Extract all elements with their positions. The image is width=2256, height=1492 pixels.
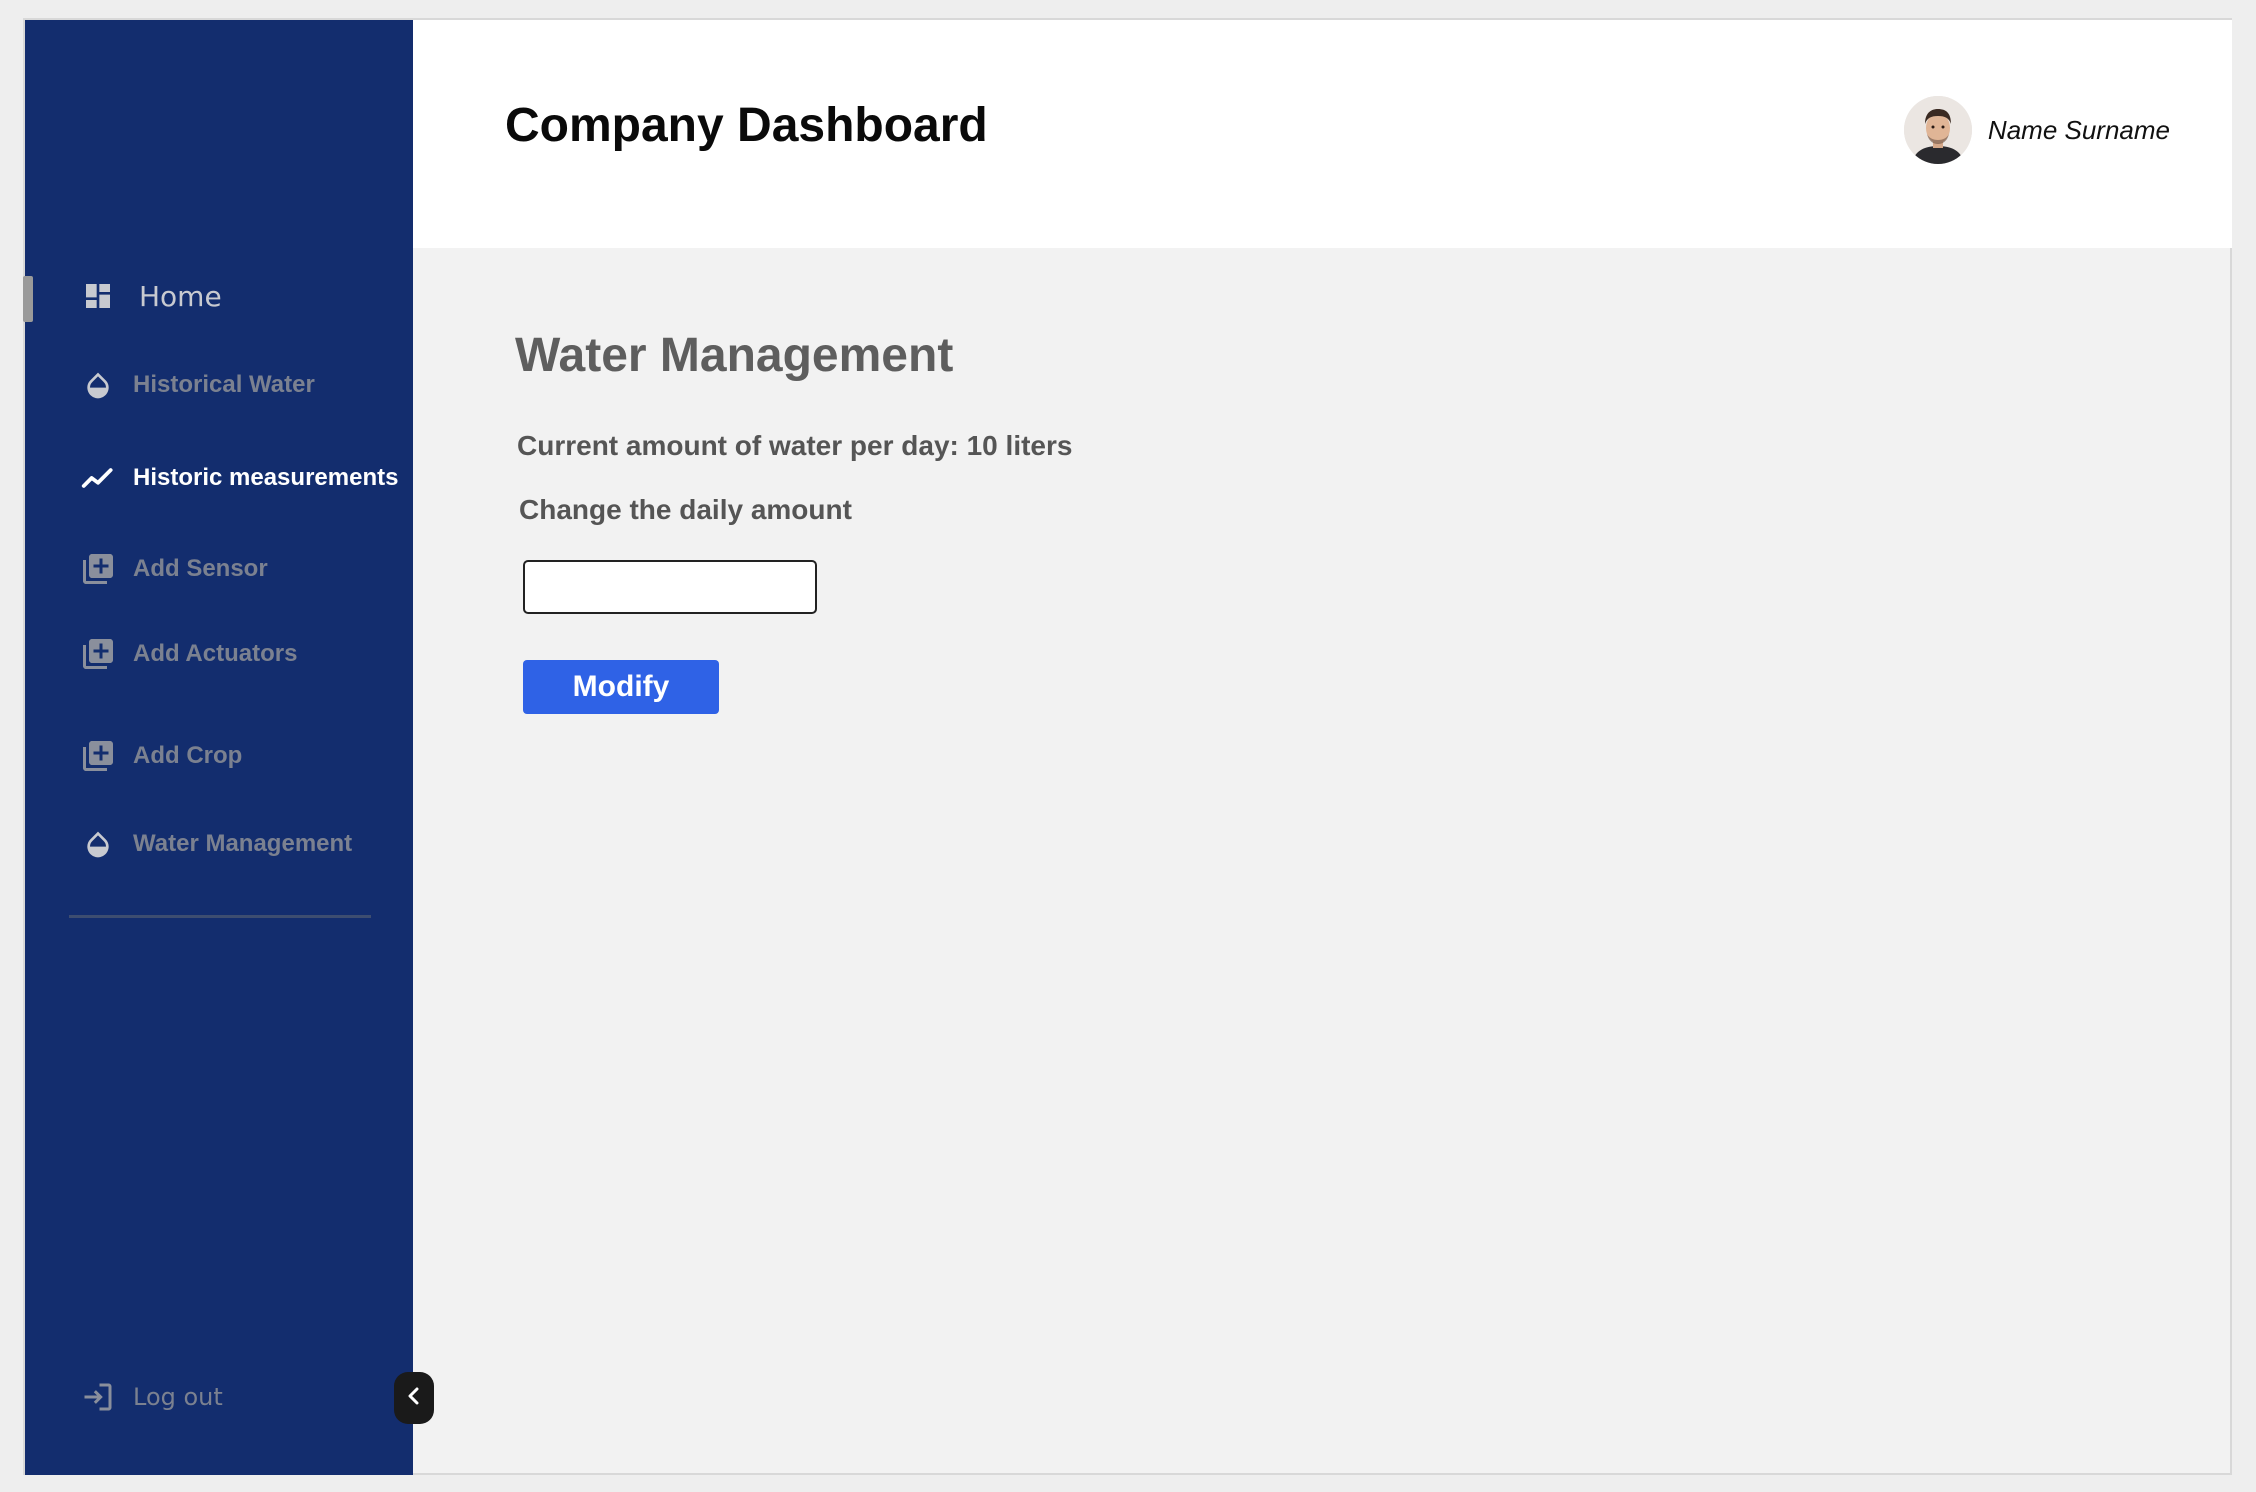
sidebar-item-label: Home	[139, 279, 222, 313]
sidebar-item-label: Add Actuators	[133, 640, 298, 667]
sidebar-item-home[interactable]: Home	[79, 271, 222, 321]
sidebar-item-label: Add Crop	[133, 742, 243, 769]
sidebar-item-label: Historic measurements	[133, 464, 399, 491]
avatar	[1903, 96, 1972, 164]
sidebar-active-marker	[23, 276, 33, 322]
user-name: Name Surname	[1987, 114, 2170, 145]
logout-label: Log out	[133, 1383, 223, 1411]
modify-button[interactable]: Modify	[523, 660, 719, 714]
water-drop-icon	[79, 825, 117, 863]
dashboard-icon	[79, 277, 117, 315]
sidebar-item-label: Add Sensor	[133, 555, 268, 582]
sidebar: Home Historical Water Historic measureme…	[23, 20, 434, 1475]
sidebar-item-historic-measurements[interactable]: Historic measurements	[79, 453, 398, 503]
daily-amount-input[interactable]	[523, 560, 817, 614]
main-content: Water Management Current amount of water…	[413, 248, 2232, 1475]
sidebar-item-add-crop[interactable]: Add Crop	[79, 731, 242, 781]
sidebar-divider	[69, 915, 371, 918]
sidebar-item-label: Historical Water	[133, 371, 315, 398]
section-title: Water Management	[515, 329, 954, 382]
sidebar-item-label: Water Management	[133, 830, 353, 857]
change-amount-label: Change the daily amount	[519, 494, 852, 525]
app-window: Home Historical Water Historic measureme…	[23, 18, 2232, 1475]
library-add-icon	[79, 635, 117, 673]
library-add-icon	[79, 550, 117, 588]
line-chart-icon	[79, 459, 117, 497]
sidebar-item-add-actuators[interactable]: Add Actuators	[79, 629, 297, 679]
library-add-icon	[79, 737, 117, 775]
page-title: Company Dashboard	[505, 99, 988, 152]
top-header: Company Dashboard Name Surname	[413, 20, 2232, 248]
sidebar-item-add-sensor[interactable]: Add Sensor	[79, 544, 268, 594]
user-profile[interactable]: Name Surname	[1903, 96, 2170, 164]
water-drop-icon	[79, 366, 117, 404]
current-water-amount: Current amount of water per day: 10 lite…	[517, 430, 1073, 461]
sidebar-item-water-management[interactable]: Water Management	[79, 819, 352, 869]
logout-button[interactable]: Log out	[79, 1372, 223, 1422]
sidebar-item-historical-water[interactable]: Historical Water	[79, 360, 315, 410]
logout-icon	[79, 1378, 117, 1416]
